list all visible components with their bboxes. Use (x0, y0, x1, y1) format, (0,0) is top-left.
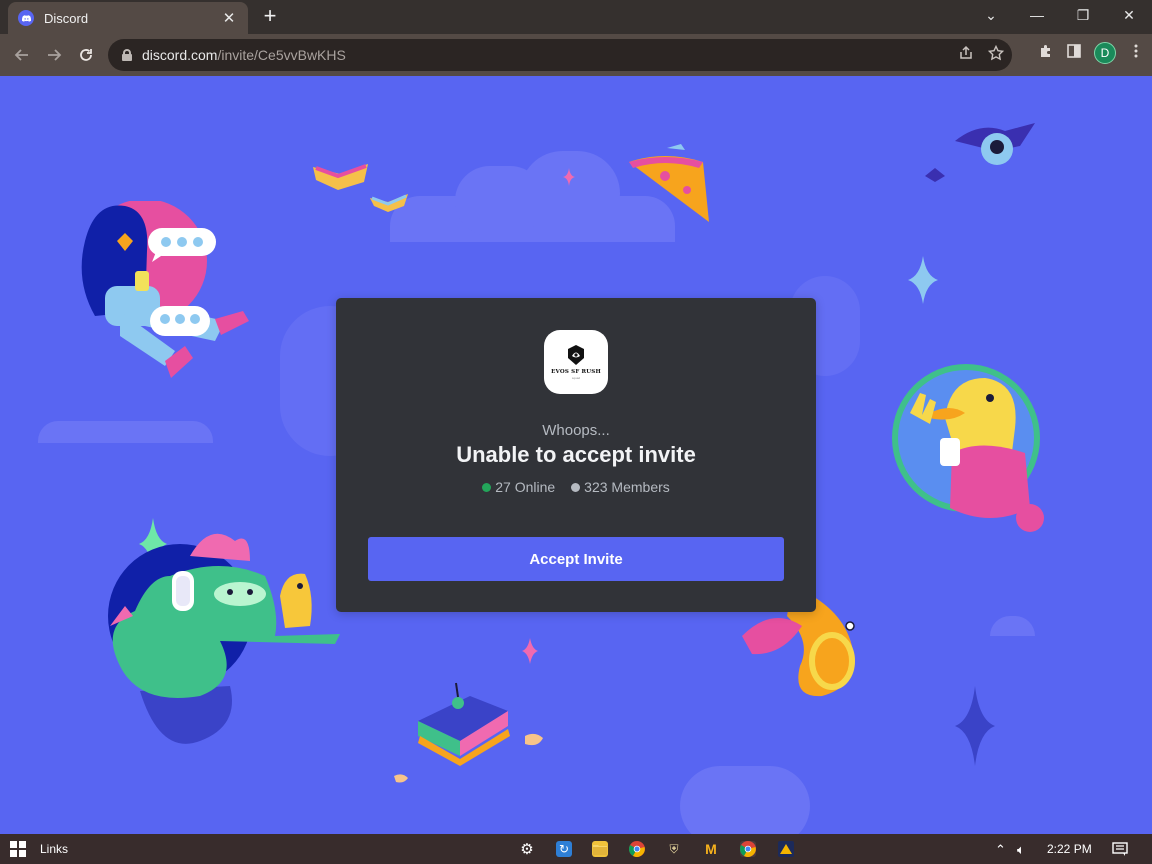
game-console-sandwich-illustration (394, 682, 543, 783)
extensions-puzzle-icon[interactable] (1038, 43, 1054, 63)
speech-bubble-illustration (148, 228, 216, 262)
sparkle-icon (908, 256, 938, 304)
file-explorer-icon[interactable] (592, 841, 608, 857)
cloud-decoration (520, 151, 620, 236)
app-m-icon[interactable]: M (703, 841, 719, 857)
close-window-button[interactable]: ✕ (1106, 0, 1152, 30)
minimize-button[interactable]: — (1014, 0, 1060, 30)
app-sync-icon[interactable]: ↻ (556, 841, 572, 857)
member-count: 323 Members (571, 479, 670, 495)
tab-title: Discord (44, 10, 89, 26)
volume-icon[interactable]: 🔈︎ (1017, 842, 1025, 858)
server-logo-subtext: squad (571, 376, 581, 380)
tab-close-icon[interactable]: ✕ (220, 9, 238, 27)
sparkle-icon (955, 686, 995, 766)
address-bar[interactable]: discord.com/invite/Ce5vvBwKHS (108, 39, 1012, 71)
windows-taskbar: Links ⚙ ↻ ⛨ M ⌃ 🔈︎ 2:22 PM (0, 834, 1152, 864)
tab-strip: Discord ✕ + ⌄ — ❐ ✕ (0, 0, 1152, 34)
windows-start-icon[interactable] (10, 841, 26, 857)
discord-favicon-icon (18, 10, 34, 26)
chrome-icon[interactable] (629, 841, 645, 857)
app-triangle-icon[interactable] (778, 841, 794, 857)
sparkle-icon (563, 168, 575, 186)
accept-invite-button[interactable]: Accept Invite (368, 537, 784, 581)
online-count: 27 Online (482, 479, 555, 495)
taskbar-links-toolbar[interactable]: Links (40, 842, 68, 856)
forward-icon[interactable] (41, 42, 67, 68)
taskbar-clock[interactable]: 2:22 PM (1047, 842, 1092, 856)
dinosaur-with-headphones-illustration (108, 533, 341, 744)
settings-gear-icon[interactable]: ⚙ (519, 841, 535, 858)
app-shield-icon[interactable]: ⛨ (666, 841, 682, 857)
waving-duck-illustration (892, 364, 1044, 532)
cloud-decoration (990, 616, 1035, 636)
server-icon: EVOS SF RUSH squad (544, 330, 608, 394)
browser-toolbar: discord.com/invite/Ce5vvBwKHS D (0, 34, 1152, 76)
invite-modal: EVOS SF RUSH squad Whoops... Unable to a… (336, 298, 816, 612)
notifications-icon[interactable] (1112, 842, 1128, 859)
server-logo-text: EVOS SF RUSH (551, 369, 601, 375)
side-panel-icon[interactable] (1066, 43, 1082, 63)
bat-creature-illustration (925, 123, 1035, 182)
member-status-dot-icon (571, 482, 581, 492)
profile-avatar[interactable]: D (1094, 42, 1116, 64)
cloud-decoration (680, 766, 810, 834)
sparkle-icon (522, 638, 538, 664)
cloud-decoration (38, 421, 213, 443)
pizza-slice-illustration (629, 144, 709, 222)
invite-page-background: EVOS SF RUSH squad Whoops... Unable to a… (0, 76, 1152, 834)
share-icon[interactable] (958, 45, 974, 65)
server-logo-icon (568, 345, 584, 365)
member-counts: 27 Online 323 Members (336, 479, 816, 495)
new-tab-button[interactable]: + (258, 4, 282, 30)
flying-books-illustration (313, 164, 408, 212)
online-status-dot-icon (482, 482, 492, 492)
restore-button[interactable]: ❐ (1060, 0, 1106, 30)
error-headline: Unable to accept invite (456, 442, 696, 467)
url-text: discord.com/invite/Ce5vvBwKHS (142, 47, 346, 63)
bookmark-star-icon[interactable] (987, 44, 1005, 65)
chrome-active-icon[interactable] (740, 841, 756, 857)
tab-search-icon[interactable]: ⌄ (968, 0, 1014, 30)
whoops-text: Whoops... (542, 422, 610, 439)
tab-discord[interactable]: Discord ✕ (8, 2, 248, 34)
lock-icon[interactable] (122, 49, 132, 61)
chevron-up-icon[interactable]: ⌃ (995, 842, 1006, 858)
reload-icon[interactable] (73, 42, 99, 68)
menu-kebab-icon[interactable] (1128, 43, 1144, 63)
back-icon[interactable] (9, 42, 35, 68)
